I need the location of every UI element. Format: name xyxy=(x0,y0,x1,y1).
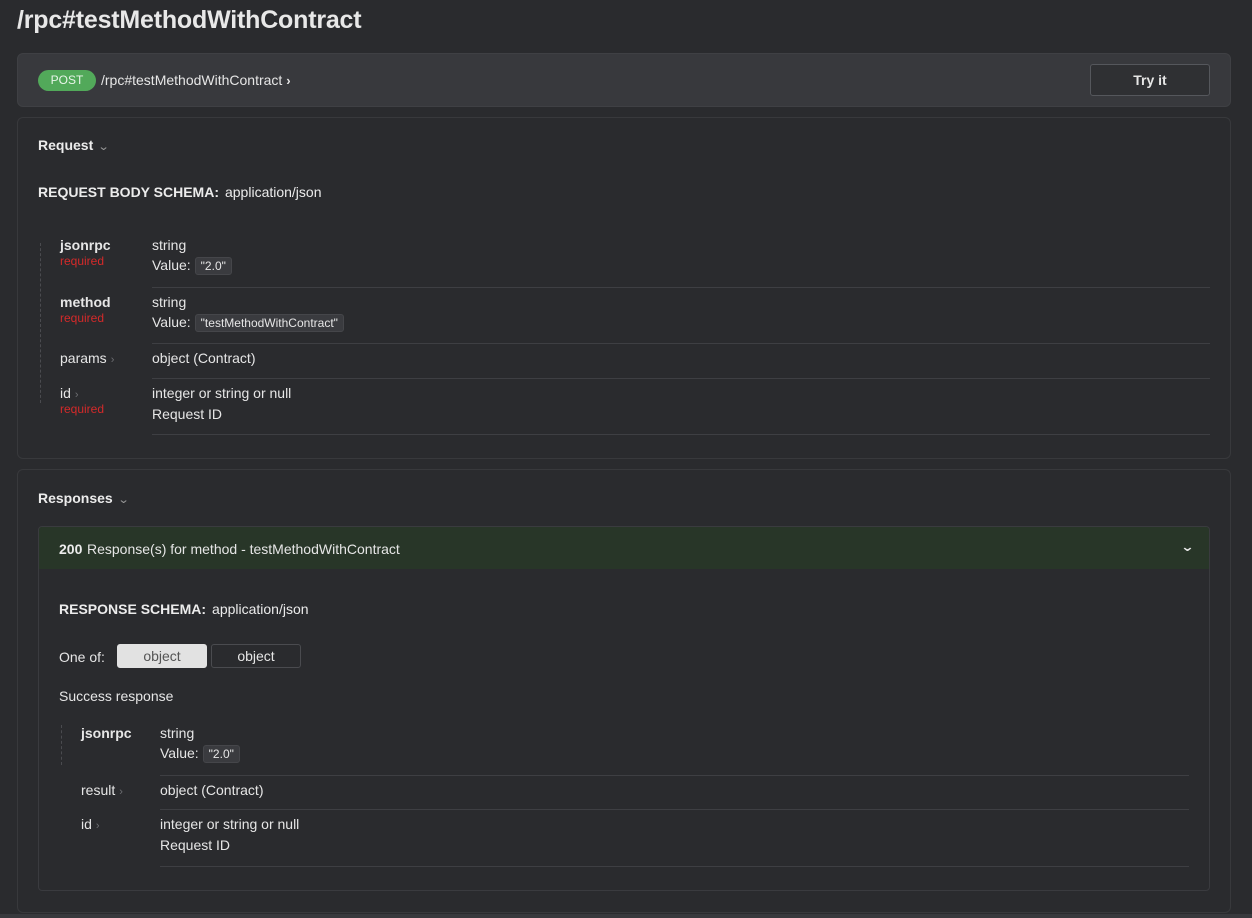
field-row-method: method required string Value: "testMethod… xyxy=(40,294,1210,350)
field-type: object (Contract) xyxy=(160,782,264,798)
responses-heading-label: Responses xyxy=(38,490,113,506)
method-badge: POST xyxy=(38,70,96,91)
endpoint-path-text: /rpc#testMethodWithContract xyxy=(101,72,283,88)
chevron-right-icon: › xyxy=(286,73,291,88)
bottom-divider xyxy=(0,914,1252,918)
row-divider xyxy=(152,343,1210,344)
field-row-params[interactable]: params › object (Contract) xyxy=(40,350,1210,380)
response-description: Response(s) for method - testMethodWithC… xyxy=(87,541,400,557)
field-name: jsonrpc xyxy=(81,725,132,741)
field-description: Request ID xyxy=(152,406,223,422)
chevron-right-icon: › xyxy=(74,389,79,401)
field-name: method xyxy=(60,294,111,310)
field-name: jsonrpc xyxy=(60,237,111,253)
field-value: Value: "testMethodWithContract" xyxy=(152,314,344,332)
field-row-jsonrpc: jsonrpc required string Value: "2.0" xyxy=(40,237,1210,293)
field-description: Request ID xyxy=(160,837,231,853)
field-name-params[interactable]: params › xyxy=(60,350,114,366)
one-of-label: One of: xyxy=(59,649,105,665)
required-label: required xyxy=(60,402,105,416)
value-chip: "testMethodWithContract" xyxy=(194,314,344,332)
field-name-text: id xyxy=(60,385,71,401)
field-type: string xyxy=(152,294,187,310)
field-name-result[interactable]: result › xyxy=(81,782,123,798)
response-code: 200 xyxy=(59,541,83,557)
field-row-id[interactable]: id › integer or string or null Request ID xyxy=(61,816,1189,866)
response-schema-label: RESPONSE SCHEMA: application/json xyxy=(59,601,309,617)
request-heading[interactable]: Request ⌄ xyxy=(38,137,110,153)
row-divider xyxy=(160,809,1189,810)
success-description: Success response xyxy=(59,688,174,704)
try-it-button[interactable]: Try it xyxy=(1090,64,1210,96)
request-panel: Request ⌄ REQUEST BODY SCHEMA: application… xyxy=(17,117,1231,459)
field-type: string xyxy=(160,725,195,741)
field-type: string xyxy=(152,237,187,253)
value-chip: "2.0" xyxy=(202,745,240,763)
request-schema-label-text: REQUEST BODY SCHEMA: xyxy=(38,184,219,200)
chevron-down-icon: ⌄ xyxy=(117,494,130,506)
responses-panel: Responses ⌄ 200 Response(s) for method - … xyxy=(17,469,1231,913)
field-row-jsonrpc: jsonrpc string Value: "2.0" xyxy=(61,725,1189,775)
chevron-right-icon: › xyxy=(95,820,100,832)
value-label: Value: xyxy=(160,745,199,761)
field-name-text: result xyxy=(81,782,116,798)
request-schema-table: jsonrpc required string Value: "2.0" meth… xyxy=(40,237,1210,437)
chevron-right-icon: › xyxy=(119,786,123,798)
value-chip: "2.0" xyxy=(194,257,232,275)
response-schema-type: application/json xyxy=(212,601,309,617)
page-title: /rpc#testMethodWithContract xyxy=(17,6,362,34)
response-200-header[interactable]: 200 Response(s) for method - testMethodW… xyxy=(39,527,1209,569)
one-of-option-1[interactable]: object xyxy=(117,644,207,668)
responses-heading[interactable]: Responses ⌄ xyxy=(38,490,130,506)
chevron-right-icon: › xyxy=(110,354,115,366)
request-schema-type: application/json xyxy=(224,184,322,200)
value-label: Value: xyxy=(152,314,191,330)
field-type: object (Contract) xyxy=(152,350,256,366)
field-type: integer or string or null xyxy=(160,816,300,832)
row-divider xyxy=(160,775,1189,776)
field-name-id[interactable]: id › xyxy=(60,385,79,401)
required-label: required xyxy=(60,254,105,268)
field-row-result[interactable]: result › object (Contract) xyxy=(61,782,1189,812)
endpoint-path[interactable]: /rpc#testMethodWithContract › xyxy=(101,72,291,88)
field-row-id[interactable]: id › required integer or string or null R… xyxy=(40,385,1210,437)
field-name-id[interactable]: id › xyxy=(81,816,100,832)
response-schema-label-text: RESPONSE SCHEMA: xyxy=(59,601,207,617)
field-value: Value: "2.0" xyxy=(160,745,240,763)
chevron-down-icon: ⌄ xyxy=(97,141,110,153)
endpoint-bar[interactable]: POST /rpc#testMethodWithContract › Try it xyxy=(17,53,1231,107)
value-label: Value: xyxy=(152,257,191,273)
field-name-text: id xyxy=(81,816,92,832)
row-divider xyxy=(152,434,1210,435)
request-heading-label: Request xyxy=(38,137,94,153)
row-divider xyxy=(160,866,1189,867)
response-200-box: 200 Response(s) for method - testMethodW… xyxy=(38,526,1210,891)
one-of-option-2[interactable]: object xyxy=(211,644,301,668)
required-label: required xyxy=(60,311,105,325)
response-schema-table: jsonrpc string Value: "2.0" result › objec… xyxy=(61,725,1189,875)
row-divider xyxy=(152,378,1210,379)
field-type: integer or string or null xyxy=(152,385,292,401)
field-value: Value: "2.0" xyxy=(152,257,232,275)
chevron-down-icon[interactable]: ⌄ xyxy=(1180,539,1194,555)
field-name-text: params xyxy=(60,350,107,366)
request-schema-label: REQUEST BODY SCHEMA: application/json xyxy=(38,184,322,200)
row-divider xyxy=(152,287,1210,288)
